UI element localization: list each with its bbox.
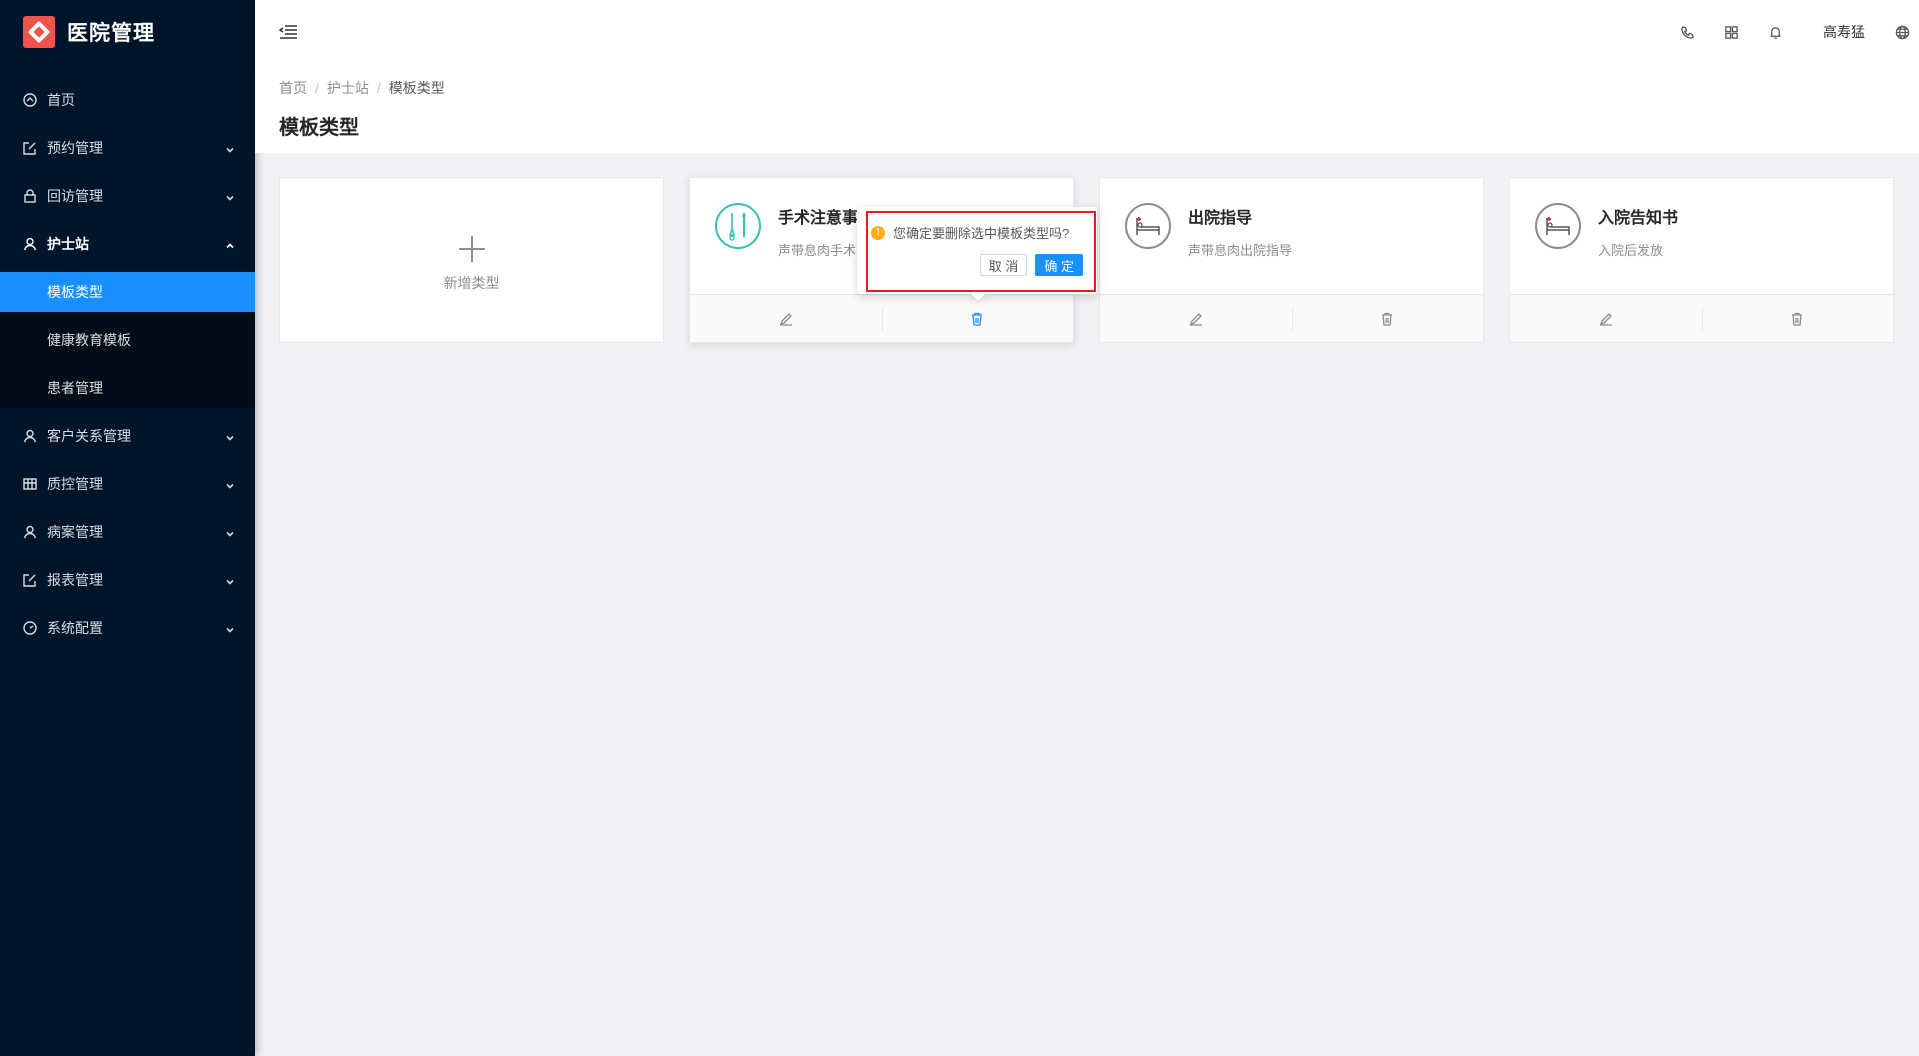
username[interactable]: 高寿猛 (1797, 22, 1885, 42)
sidebar-item-crm[interactable]: 客户关系管理 (0, 416, 255, 456)
delete-icon (972, 312, 983, 326)
logo-area[interactable]: 医院管理 (0, 0, 255, 64)
add-type-card[interactable]: 新增类型 (279, 177, 664, 343)
popconfirm-text: 您确定要删除选中模板类型吗? (893, 226, 1070, 241)
edit-button[interactable] (690, 295, 882, 342)
page-header: 首页 / 护士站 / 模板类型 模板类型 (255, 64, 1919, 153)
card-title: 出院指导 (1188, 210, 1253, 227)
sidebar-item-health-education[interactable]: 健康教育模板 (0, 320, 255, 360)
sidebar-item-medical-records[interactable]: 病案管理 (0, 512, 255, 552)
sidebar-item-home[interactable]: 首页 (0, 80, 255, 120)
edit-button[interactable] (1100, 295, 1292, 342)
hospital-bed-icon (1124, 202, 1172, 250)
add-type-label: 新增类型 (443, 275, 500, 291)
dashboard-icon (23, 93, 37, 107)
sidebar-item-system-config[interactable]: 系统配置 (0, 608, 255, 648)
hospital-bed-icon (1534, 202, 1582, 250)
sidebar-item-appointment[interactable]: 预约管理 (0, 128, 255, 168)
edit-button[interactable] (1510, 295, 1702, 342)
page-title: 模板类型 (279, 117, 359, 139)
breadcrumb: 首页 / 护士站 / 模板类型 (279, 78, 1895, 98)
table-icon (23, 477, 37, 491)
chevron-down-icon (225, 190, 235, 201)
sidebar-item-label: 护士站 (47, 236, 89, 252)
breadcrumb-separator: / (376, 80, 381, 96)
delete-button[interactable] (881, 295, 1074, 342)
delete-button[interactable] (1701, 295, 1894, 342)
template-type-card: 入院告知书 入院后发放 (1509, 177, 1894, 343)
sidebar-item-label: 回访管理 (47, 188, 103, 204)
sidebar-menu: 首页 预约管理 回访管理 护士站 模板类型 健康教育模板 患者管理 客户关系管理 (0, 80, 255, 648)
edit-icon (1189, 312, 1202, 326)
sidebar-item-quality-control[interactable]: 质控管理 (0, 464, 255, 504)
confirm-button[interactable]: 确 定 (1035, 254, 1083, 276)
plus-icon (458, 235, 486, 263)
edit-icon (1599, 312, 1612, 326)
dashboard-icon (23, 621, 37, 635)
sidebar-item-label: 预约管理 (47, 140, 103, 156)
breadcrumb-nurse-station[interactable]: 护士站 (327, 78, 369, 98)
sidebar-item-label: 客户关系管理 (47, 428, 131, 444)
cancel-button[interactable]: 取 消 (979, 254, 1028, 276)
sidebar-item-label: 病案管理 (47, 524, 103, 540)
template-type-card: 出院指导 声带息肉出院指导 (1099, 177, 1484, 343)
edit-icon (23, 141, 37, 155)
warning-icon: ! (871, 225, 885, 240)
chevron-down-icon (225, 526, 235, 537)
chevron-down-icon (225, 574, 235, 585)
globe-icon[interactable] (1885, 0, 1919, 64)
card-title: 入院告知书 (1598, 210, 1679, 227)
delete-button[interactable] (1291, 295, 1484, 342)
header-actions: 高寿猛 (1665, 0, 1919, 64)
surgery-tools-icon (714, 202, 762, 250)
user-icon (23, 429, 37, 443)
apps-icon[interactable] (1709, 0, 1753, 64)
sidebar-item-label: 系统配置 (47, 620, 103, 636)
card-actions (1510, 294, 1893, 342)
sidebar-item-label: 报表管理 (47, 572, 103, 588)
edit-icon (779, 312, 792, 326)
chevron-down-icon (225, 478, 235, 489)
card-description: 声带息肉出院指导 (1188, 243, 1293, 258)
bell-icon[interactable] (1753, 0, 1797, 64)
card-actions (690, 294, 1073, 342)
card-actions (1100, 294, 1483, 342)
sidebar-item-label: 首页 (47, 92, 75, 108)
sidebar-item-label: 质控管理 (47, 476, 103, 492)
user-icon (23, 237, 37, 251)
delete-icon (1792, 312, 1803, 326)
chevron-down-icon (225, 622, 235, 633)
nurse-station-submenu: 模板类型 健康教育模板 患者管理 (0, 272, 255, 408)
breadcrumb-separator: / (315, 80, 319, 96)
sidebar-item-template-types[interactable]: 模板类型 (0, 272, 255, 312)
sidebar-item-reports[interactable]: 报表管理 (0, 560, 255, 600)
breadcrumb-current: 模板类型 (388, 80, 445, 96)
sidebar-item-nurse-station[interactable]: 护士站 (0, 224, 255, 264)
delete-icon (1382, 312, 1393, 326)
app-title: 医院管理 (67, 22, 155, 45)
card-description: 入院后发放 (1598, 243, 1664, 258)
popconfirm-buttons: 取 消 确 定 (871, 254, 1083, 276)
user-icon (23, 525, 37, 539)
popconfirm-message: ! 您确定要删除选中模板类型吗? (871, 223, 1083, 242)
sidebar-item-patient-management[interactable]: 患者管理 (0, 368, 255, 408)
top-header: 高寿猛 (255, 0, 1919, 64)
menu-fold-icon[interactable] (278, 24, 297, 40)
breadcrumb-home[interactable]: 首页 (279, 78, 307, 98)
phone-icon[interactable] (1665, 0, 1709, 64)
edit-icon (23, 573, 37, 587)
chevron-up-icon (225, 238, 235, 249)
sidebar-item-followup[interactable]: 回访管理 (0, 176, 255, 216)
chevron-down-icon (225, 430, 235, 441)
sidebar: 医院管理 首页 预约管理 回访管理 护士站 模板类型 健康教育模板 患者管理 客… (0, 0, 255, 1056)
chevron-down-icon (225, 142, 235, 153)
delete-popconfirm: ! 您确定要删除选中模板类型吗? 取 消 确 定 (857, 207, 1097, 294)
logo-icon (23, 16, 55, 48)
lock-icon (23, 189, 37, 203)
